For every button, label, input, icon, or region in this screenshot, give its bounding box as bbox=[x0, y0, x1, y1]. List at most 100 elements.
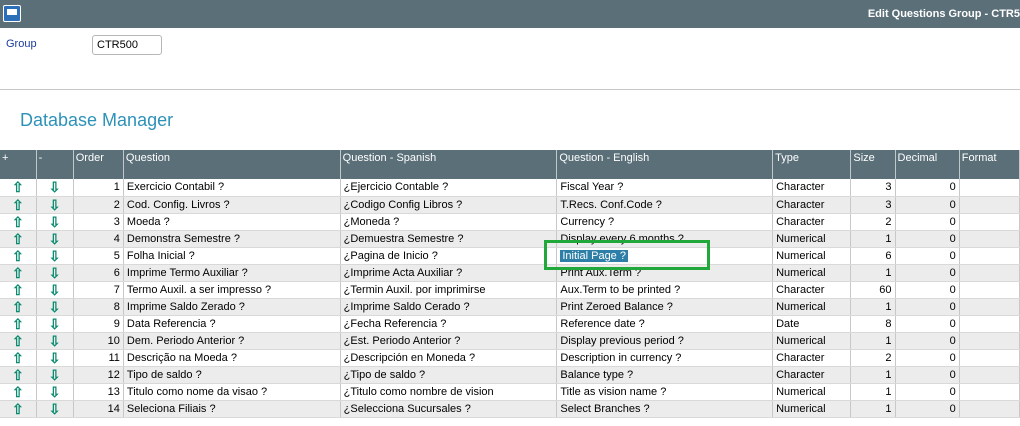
spanish-cell[interactable]: ¿Fecha Referencia ? bbox=[340, 315, 558, 333]
table-row[interactable]: ⇧ ⇩ 11 Descrição na Moeda ? ¿Descripción en … bbox=[0, 349, 1020, 367]
spanish-cell[interactable]: ¿Tipo de saldo ? bbox=[340, 366, 558, 384]
order-cell[interactable]: 2 bbox=[73, 196, 124, 214]
type-cell[interactable]: Character bbox=[772, 179, 852, 197]
type-cell[interactable]: Character bbox=[772, 349, 852, 367]
size-cell[interactable]: 3 bbox=[850, 196, 896, 214]
move-up-cell[interactable]: ⇧ bbox=[0, 213, 37, 231]
arrow-up-icon[interactable]: ⇧ bbox=[12, 265, 24, 281]
arrow-down-icon[interactable]: ⇩ bbox=[49, 350, 61, 366]
english-cell[interactable]: Select Branches ? bbox=[556, 400, 774, 418]
arrow-up-icon[interactable]: ⇧ bbox=[12, 214, 24, 230]
format-cell[interactable] bbox=[959, 179, 1020, 197]
spanish-cell[interactable]: ¿Ejercicio Contable ? bbox=[340, 179, 558, 197]
move-down-cell[interactable]: ⇩ bbox=[36, 213, 74, 231]
english-cell[interactable]: Display previous period ? bbox=[556, 332, 774, 350]
size-cell[interactable]: 1 bbox=[850, 230, 896, 248]
type-cell[interactable]: Numerical bbox=[772, 298, 852, 316]
arrow-up-icon[interactable]: ⇧ bbox=[12, 401, 24, 417]
format-cell[interactable] bbox=[959, 213, 1020, 231]
group-input[interactable] bbox=[92, 35, 162, 55]
question-cell[interactable]: Cod. Config. Livros ? bbox=[123, 196, 341, 214]
move-up-cell[interactable]: ⇧ bbox=[0, 349, 37, 367]
question-cell[interactable]: Termo Auxil. a ser impresso ? bbox=[123, 281, 341, 299]
type-cell[interactable]: Numerical bbox=[772, 230, 852, 248]
decimal-cell[interactable]: 0 bbox=[895, 400, 960, 418]
type-cell[interactable]: Character bbox=[772, 281, 852, 299]
move-up-cell[interactable]: ⇧ bbox=[0, 230, 37, 248]
format-cell[interactable] bbox=[959, 196, 1020, 214]
col-header-spanish[interactable]: Question - Spanish bbox=[340, 150, 558, 179]
question-cell[interactable]: Descrição na Moeda ? bbox=[123, 349, 341, 367]
decimal-cell[interactable]: 0 bbox=[895, 264, 960, 282]
decimal-cell[interactable]: 0 bbox=[895, 366, 960, 384]
table-row[interactable]: ⇧ ⇩ 8 Imprime Saldo Zerado ? ¿Imprime Saldo … bbox=[0, 298, 1020, 316]
move-up-cell[interactable]: ⇧ bbox=[0, 383, 37, 401]
table-row[interactable]: ⇧ ⇩ 7 Termo Auxil. a ser impresso ? ¿Termin … bbox=[0, 281, 1020, 299]
format-cell[interactable] bbox=[959, 315, 1020, 333]
arrow-down-icon[interactable]: ⇩ bbox=[49, 282, 61, 298]
move-up-cell[interactable]: ⇧ bbox=[0, 281, 37, 299]
arrow-up-icon[interactable]: ⇧ bbox=[12, 384, 24, 400]
order-cell[interactable]: 11 bbox=[73, 349, 124, 367]
col-header-question[interactable]: Question bbox=[123, 150, 341, 179]
spanish-cell[interactable]: ¿Demuestra Semestre ? bbox=[340, 230, 558, 248]
arrow-up-icon[interactable]: ⇧ bbox=[12, 350, 24, 366]
spanish-cell[interactable]: ¿Codigo Config Libros ? bbox=[340, 196, 558, 214]
decimal-cell[interactable]: 0 bbox=[895, 196, 960, 214]
move-down-cell[interactable]: ⇩ bbox=[36, 315, 74, 333]
size-cell[interactable]: 1 bbox=[850, 264, 896, 282]
english-cell[interactable]: Title as vision name ? bbox=[556, 383, 774, 401]
order-cell[interactable]: 6 bbox=[73, 264, 124, 282]
format-cell[interactable] bbox=[959, 366, 1020, 384]
move-up-cell[interactable]: ⇧ bbox=[0, 400, 37, 418]
decimal-cell[interactable]: 0 bbox=[895, 230, 960, 248]
question-cell[interactable]: Imprime Termo Auxiliar ? bbox=[123, 264, 341, 282]
decimal-cell[interactable]: 0 bbox=[895, 213, 960, 231]
type-cell[interactable]: Numerical bbox=[772, 264, 852, 282]
move-up-cell[interactable]: ⇧ bbox=[0, 247, 37, 265]
size-cell[interactable]: 1 bbox=[850, 400, 896, 418]
order-cell[interactable]: 13 bbox=[73, 383, 124, 401]
move-up-cell[interactable]: ⇧ bbox=[0, 332, 37, 350]
decimal-cell[interactable]: 0 bbox=[895, 281, 960, 299]
decimal-cell[interactable]: 0 bbox=[895, 332, 960, 350]
move-down-cell[interactable]: ⇩ bbox=[36, 332, 74, 350]
col-header-order[interactable]: Order bbox=[73, 150, 124, 179]
table-row[interactable]: ⇧ ⇩ 10 Dem. Periodo Anterior ? ¿Est. Periodo… bbox=[0, 332, 1020, 350]
question-cell[interactable]: Imprime Saldo Zerado ? bbox=[123, 298, 341, 316]
order-cell[interactable]: 5 bbox=[73, 247, 124, 265]
type-cell[interactable]: Date bbox=[772, 315, 852, 333]
size-cell[interactable]: 1 bbox=[850, 332, 896, 350]
type-cell[interactable]: Numerical bbox=[772, 383, 852, 401]
arrow-up-icon[interactable]: ⇧ bbox=[12, 179, 24, 195]
table-row[interactable]: ⇧ ⇩ 12 Tipo de saldo ? ¿Tipo de saldo ? Balan… bbox=[0, 366, 1020, 384]
arrow-up-icon[interactable]: ⇧ bbox=[12, 248, 24, 264]
english-cell[interactable]: Print Zeroed Balance ? bbox=[556, 298, 774, 316]
move-down-cell[interactable]: ⇩ bbox=[36, 196, 74, 214]
table-row[interactable]: ⇧ ⇩ 5 Folha Inicial ? ¿Pagina de Inicio ? Ini… bbox=[0, 247, 1020, 265]
size-cell[interactable]: 6 bbox=[850, 247, 896, 265]
move-down-cell[interactable]: ⇩ bbox=[36, 349, 74, 367]
spanish-cell[interactable]: ¿Est. Periodo Anterior ? bbox=[340, 332, 558, 350]
question-cell[interactable]: Data Referencia ? bbox=[123, 315, 341, 333]
decimal-cell[interactable]: 0 bbox=[895, 179, 960, 197]
format-cell[interactable] bbox=[959, 230, 1020, 248]
move-up-cell[interactable]: ⇧ bbox=[0, 179, 37, 197]
size-cell[interactable]: 1 bbox=[850, 383, 896, 401]
decimal-cell[interactable]: 0 bbox=[895, 298, 960, 316]
format-cell[interactable] bbox=[959, 298, 1020, 316]
col-header-add[interactable]: + bbox=[0, 150, 37, 179]
order-cell[interactable]: 14 bbox=[73, 400, 124, 418]
english-cell[interactable]: Reference date ? bbox=[556, 315, 774, 333]
english-cell[interactable]: Initial Page ? bbox=[556, 247, 774, 265]
order-cell[interactable]: 1 bbox=[73, 179, 124, 197]
spanish-cell[interactable]: ¿Imprime Saldo Cerado ? bbox=[340, 298, 558, 316]
english-cell[interactable]: Balance type ? bbox=[556, 366, 774, 384]
arrow-up-icon[interactable]: ⇧ bbox=[12, 333, 24, 349]
order-cell[interactable]: 12 bbox=[73, 366, 124, 384]
order-cell[interactable]: 4 bbox=[73, 230, 124, 248]
arrow-up-icon[interactable]: ⇧ bbox=[12, 231, 24, 247]
question-cell[interactable]: Folha Inicial ? bbox=[123, 247, 341, 265]
spanish-cell[interactable]: ¿Descripción en Moneda ? bbox=[340, 349, 558, 367]
move-down-cell[interactable]: ⇩ bbox=[36, 230, 74, 248]
